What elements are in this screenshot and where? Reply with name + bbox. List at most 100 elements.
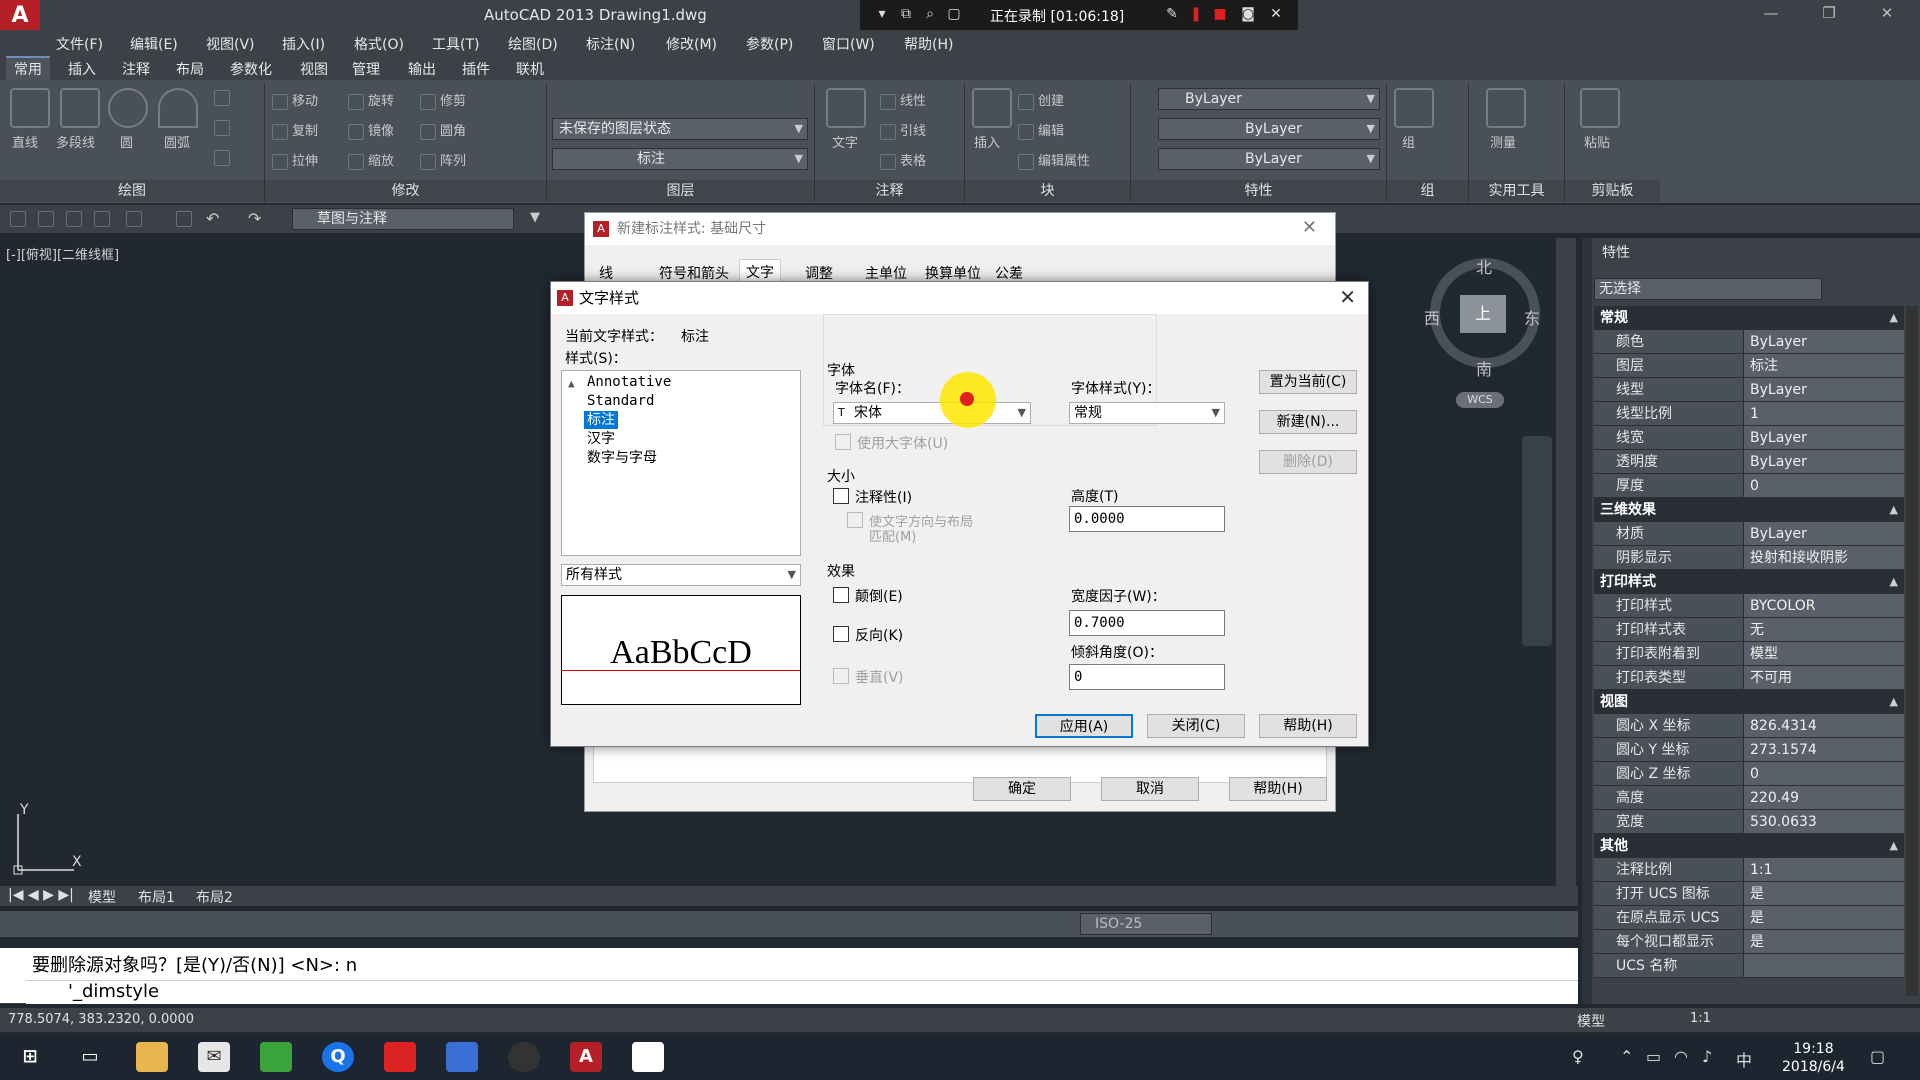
linetype-dropdown[interactable]: ByLayer ▼ [1158,118,1380,140]
styles-list[interactable]: ▲ Annotative Standard 标注 汉字 数字与字母 [561,370,801,556]
list-item[interactable]: 标注 [584,411,618,429]
prop-row[interactable]: 透明度 ByLayer [1594,450,1904,474]
section-plot-style[interactable]: 打印样式 ▲ [1594,570,1904,594]
menu-modify[interactable]: 修改(M) [666,34,717,54]
match-layout-checkbox[interactable] [847,512,863,528]
prop-row[interactable]: 每个视口都显示是 [1594,930,1904,954]
prop-row[interactable]: 宽度 530.0633 [1594,810,1904,834]
prop-row[interactable]: UCS 名称 [1594,954,1904,978]
section-view[interactable]: 视图 ▲ [1594,690,1904,714]
menu-file[interactable]: 文件(F) [56,34,103,54]
line-tool-label[interactable]: 直线 [12,132,38,151]
arc-tool-label[interactable]: 圆弧 [164,132,190,151]
dimstyle-help-button[interactable]: 帮助(H) [1229,777,1327,801]
prop-row[interactable]: 高度 220.49 [1594,786,1904,810]
tab-layout[interactable]: 布局 [176,59,204,79]
group-icon[interactable] [1394,88,1434,128]
tab-symbols-arrows[interactable]: 符号和箭头 [659,263,729,283]
model-space-button[interactable]: 模型 [1577,1011,1605,1031]
list-item[interactable]: 数字与字母 [584,449,660,467]
mail-icon[interactable]: ✉ [198,1042,230,1072]
task-view-icon[interactable]: ▭ [74,1042,106,1072]
tab-view[interactable]: 视图 [300,59,328,79]
panel-clipboard-label[interactable]: 剪贴板 [1565,180,1660,202]
move-tool[interactable]: 移动 [272,90,318,110]
selection-dropdown[interactable]: 无选择 [1594,278,1822,300]
set-current-button[interactable]: 置为当前(C) [1259,370,1357,394]
menu-insert[interactable]: 插入(I) [282,34,325,54]
section-general[interactable]: 常规 ▲ [1594,306,1904,330]
width-factor-input[interactable]: 0.7000 [1069,610,1225,636]
circle-tool-label[interactable]: 圆 [120,132,133,151]
text-style-close-icon[interactable]: ✕ [1339,285,1356,309]
panel-block-label[interactable]: 块 [965,180,1130,202]
section-3d-effects[interactable]: 三维效果 ▲ [1594,498,1904,522]
prop-row[interactable]: 材质 ByLayer [1594,522,1904,546]
menu-view[interactable]: 视图(V) [206,34,255,54]
annotation-scale[interactable]: 1:1 [1690,1011,1711,1026]
tab-plugins[interactable]: 插件 [462,59,490,79]
command-input[interactable]: '_dimstyle [26,980,1578,1004]
layer-dropdown[interactable]: 标注 ▼ [552,148,808,170]
tab-model[interactable]: 模型 [88,887,116,907]
help-button[interactable]: 帮助(H) [1259,714,1357,738]
mirror-tool[interactable]: 镜像 [348,120,394,140]
region-tool-icon[interactable] [214,150,234,166]
pause-icon[interactable]: ❚ [1186,4,1206,24]
image-viewer-icon[interactable] [632,1042,664,1072]
tab-annotate[interactable]: 注释 [122,59,150,79]
dropdown-icon[interactable]: ▾ [872,4,892,24]
tab-manage[interactable]: 管理 [352,59,380,79]
pen-icon[interactable]: ✎ [1162,4,1182,24]
hatch-icon[interactable] [214,120,234,136]
tray-chevron-icon[interactable]: ⌃ [1620,1047,1633,1066]
text-tool-icon[interactable] [826,88,866,128]
prop-row[interactable]: 打印样式 BYCOLOR [1594,594,1904,618]
menu-window[interactable]: 窗口(W) [822,34,875,54]
font-style-dropdown[interactable]: 常规 ▼ [1069,402,1225,424]
tab-primary-units[interactable]: 主单位 [865,263,907,283]
height-input[interactable]: 0.0000 [1069,506,1225,532]
viewport-label[interactable]: [-][俯视][二维线框] [6,244,119,263]
prop-row[interactable]: 线型比例 1 [1594,402,1904,426]
minimize-icon[interactable]: — [1756,4,1786,22]
prop-row[interactable]: 注释比例 1:1 [1594,858,1904,882]
autocad-taskbar-icon[interactable]: A [570,1042,602,1072]
new-style-button[interactable]: 新建(N)... [1259,410,1357,434]
region-icon[interactable]: ▢ [944,4,964,24]
apply-button[interactable]: 应用(A) [1035,714,1133,738]
compass-south[interactable]: 南 [1476,356,1492,380]
delete-style-button[interactable]: 删除(D) [1259,450,1357,474]
panel-draw-label[interactable]: 绘图 [0,180,264,202]
panel-layers-label[interactable]: 图层 [547,180,814,202]
layout-nav-icon[interactable]: |◀ ◀ ▶ ▶| [8,887,74,903]
edit-attributes-tool[interactable]: 编辑属性 [1018,150,1090,170]
tab-online[interactable]: 联机 [516,59,544,79]
tab-output[interactable]: 输出 [408,59,436,79]
group-tool-label[interactable]: 组 [1402,132,1415,151]
dimstyle-dropdown[interactable]: ISO-25 [1080,913,1212,935]
camera-icon[interactable]: ◙ [1238,4,1258,24]
prop-row[interactable]: 圆心 X 坐标 826.4314 [1594,714,1904,738]
file-explorer-icon[interactable] [136,1042,168,1072]
circle-tool-icon[interactable] [108,88,148,128]
lineweight-dropdown[interactable]: ByLayer ▼ [1158,148,1380,170]
menu-tools[interactable]: 工具(T) [432,34,479,54]
table-tool[interactable]: 表格 [880,150,926,170]
ok-button[interactable]: 确定 [973,777,1071,801]
prop-row[interactable]: 打印样式表无 [1594,618,1904,642]
print-icon[interactable] [176,211,196,227]
ime-indicator[interactable]: 中 [1736,1047,1752,1071]
battery-icon[interactable]: ▭ [1646,1047,1661,1066]
line-tool-icon[interactable] [10,88,50,128]
close-button[interactable]: 关闭(C) [1147,714,1245,738]
redo-icon[interactable]: ↷ [248,209,261,228]
array-tool[interactable]: 阵列 [420,150,466,170]
stretch-tool[interactable]: 拉伸 [272,150,318,170]
workspace-dropdown[interactable]: 草图与注释 [292,208,514,230]
viewcube-top-face[interactable]: 上 [1460,295,1506,333]
spreadsheet-app-icon[interactable] [260,1042,292,1072]
baidu-netdisk-icon[interactable] [446,1042,478,1072]
oblique-angle-input[interactable]: 0 [1069,664,1225,690]
section-misc[interactable]: 其他 ▲ [1594,834,1904,858]
